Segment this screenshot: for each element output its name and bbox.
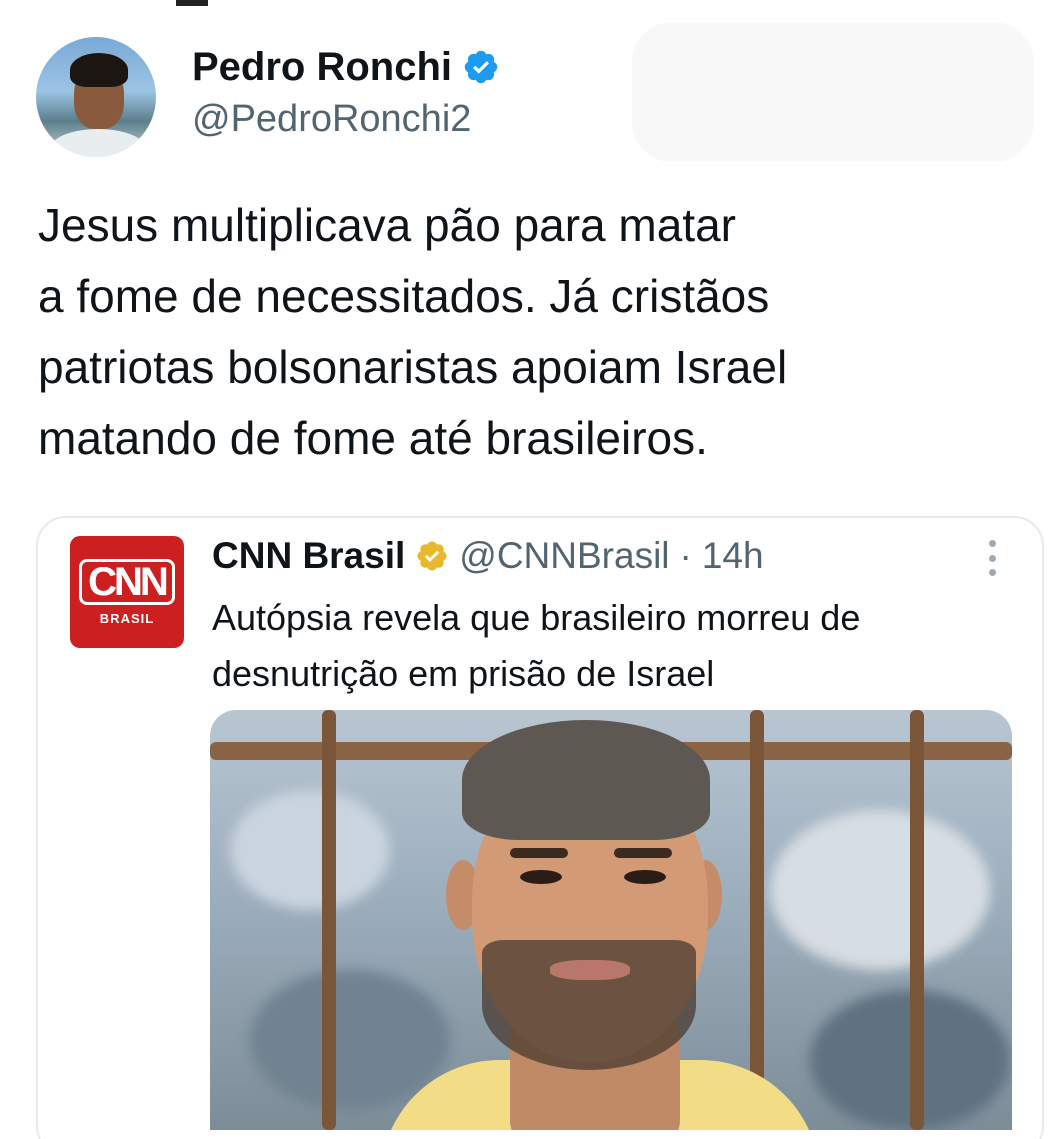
quoted-author-name[interactable]: CNN Brasil	[212, 535, 405, 577]
separator-dot: ·	[679, 535, 692, 576]
tweet-text: Jesus multiplicava pão para matar a fome…	[38, 199, 788, 464]
fence-bar	[322, 710, 336, 1130]
photo-bg-blob	[770, 810, 990, 970]
redacted-area	[632, 22, 1034, 162]
fence-bar	[750, 710, 764, 1130]
quoted-tweet-text: Autópsia revela que brasileiro morreu de…	[212, 597, 861, 694]
person-hair	[462, 720, 710, 840]
cnn-brasil-avatar[interactable]: CNN BRASIL	[70, 536, 184, 648]
author-avatar[interactable]	[36, 37, 156, 157]
quoted-author-handle[interactable]: @CNNBrasil	[459, 535, 669, 577]
person-eye	[520, 870, 562, 884]
person-brow	[614, 848, 672, 858]
person-brow	[510, 848, 568, 858]
author-handle[interactable]: @PedroRonchi2	[192, 98, 471, 141]
avatar-hair	[70, 53, 128, 87]
avatar-shirt	[50, 129, 146, 157]
more-options-icon[interactable]	[986, 540, 998, 576]
cnn-logo-sub: BRASIL	[99, 610, 155, 626]
author-name[interactable]: Pedro Ronchi	[192, 45, 452, 90]
author-name-row[interactable]: Pedro Ronchi	[192, 42, 500, 92]
tweet-screenshot: Pedro Ronchi @PedroRonchi2 Jesus multipl…	[0, 0, 1061, 1139]
quoted-tweet-header: CNN Brasil @CNNBrasil · 14h	[212, 532, 764, 580]
quoted-tweet-time[interactable]: 14h	[702, 535, 764, 577]
person-mouth	[550, 960, 630, 980]
photo-bg-blob	[230, 790, 390, 910]
quoted-tweet-card[interactable]: CNN BRASIL CNN Brasil @CNNBrasil · 14h A…	[36, 516, 1044, 1139]
gold-verified-badge-icon	[417, 541, 447, 571]
fence-bar	[910, 710, 924, 1130]
top-edge-mark	[176, 0, 208, 6]
cnn-logo-mark: CNN	[79, 558, 175, 605]
news-photo[interactable]	[210, 710, 1012, 1130]
verified-badge-icon	[464, 50, 498, 84]
person-eye	[624, 870, 666, 884]
